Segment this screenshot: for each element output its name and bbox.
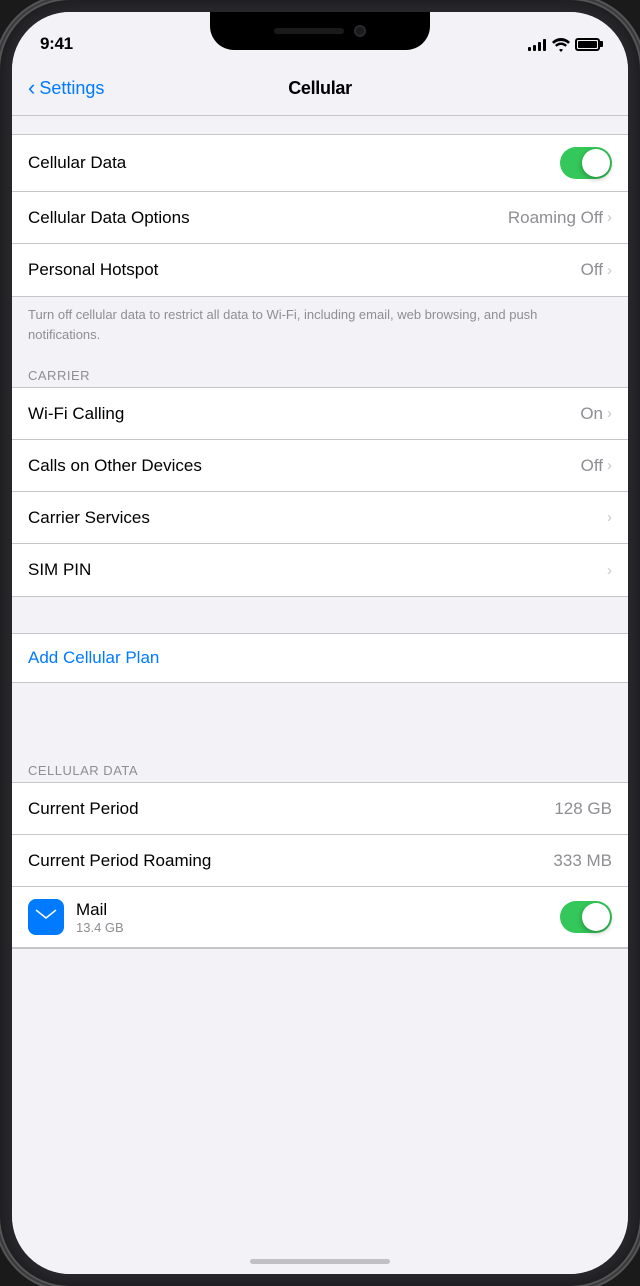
back-label: Settings: [39, 78, 104, 99]
nav-header: ‹ Settings Cellular: [12, 62, 628, 116]
mail-icon: [28, 899, 64, 935]
page-title: Cellular: [288, 78, 352, 99]
cellular-data-footer: Turn off cellular data to restrict all d…: [12, 297, 628, 360]
mail-size: 13.4 GB: [76, 920, 124, 935]
carrier-settings-group: Wi-Fi Calling On › Calls on Other Device…: [12, 387, 628, 597]
current-period-roaming-row: Current Period Roaming 333 MB: [12, 835, 628, 887]
sim-pin-row[interactable]: SIM PIN ›: [12, 544, 628, 596]
personal-hotspot-row[interactable]: Personal Hotspot Off ›: [12, 244, 628, 296]
settings-content: Cellular Data Cellular Data Options Roam…: [12, 116, 628, 1274]
plan-spacer2: [12, 719, 628, 755]
mail-app-row[interactable]: Mail 13.4 GB: [12, 887, 628, 948]
carrier-spacer: [12, 597, 628, 633]
bottom-spacer: [12, 949, 628, 1029]
cellular-data-stats-group: Current Period 128 GB Current Period Roa…: [12, 782, 628, 949]
chevron-right-icon: ›: [607, 457, 612, 474]
add-plan-label: Add Cellular Plan: [28, 648, 159, 667]
top-spacer: [12, 116, 628, 134]
current-period-roaming-label: Current Period Roaming: [28, 851, 553, 871]
main-settings-group: Cellular Data Cellular Data Options Roam…: [12, 134, 628, 297]
cellular-data-label: Cellular Data: [28, 153, 560, 173]
status-time: 9:41: [40, 34, 73, 54]
speaker: [274, 28, 344, 34]
wifi-calling-label: Wi-Fi Calling: [28, 404, 580, 424]
wifi-icon: [552, 38, 569, 51]
current-period-label: Current Period: [28, 799, 554, 819]
cellular-data-options-value: Roaming Off ›: [508, 208, 612, 228]
home-indicator: [250, 1259, 390, 1264]
notch: [210, 12, 430, 50]
camera: [354, 25, 366, 37]
cellular-data-row[interactable]: Cellular Data: [12, 135, 628, 192]
back-button[interactable]: ‹ Settings: [28, 76, 104, 101]
calls-other-devices-value: Off ›: [581, 456, 612, 476]
signal-icon: [528, 37, 546, 51]
plan-spacer: [12, 683, 628, 719]
current-period-row: Current Period 128 GB: [12, 783, 628, 835]
wifi-calling-row[interactable]: Wi-Fi Calling On ›: [12, 388, 628, 440]
mail-app-left: Mail 13.4 GB: [28, 899, 124, 935]
phone-frame: 9:41: [0, 0, 640, 1286]
carrier-section-header: CARRIER: [12, 360, 628, 387]
mail-toggle-knob: [582, 903, 610, 931]
carrier-services-value: ›: [607, 509, 612, 526]
cellular-data-toggle[interactable]: [560, 147, 612, 179]
wifi-calling-value: On ›: [580, 404, 612, 424]
personal-hotspot-value: Off ›: [581, 260, 612, 280]
current-period-roaming-value: 333 MB: [553, 851, 612, 871]
sim-pin-label: SIM PIN: [28, 560, 607, 580]
current-period-value: 128 GB: [554, 799, 612, 819]
sim-pin-value: ›: [607, 562, 612, 579]
status-icons: [528, 37, 600, 51]
carrier-services-row[interactable]: Carrier Services ›: [12, 492, 628, 544]
mail-info: Mail 13.4 GB: [76, 900, 124, 935]
mail-toggle[interactable]: [560, 901, 612, 933]
battery-icon: [575, 38, 600, 51]
carrier-services-label: Carrier Services: [28, 508, 607, 528]
calls-other-devices-label: Calls on Other Devices: [28, 456, 581, 476]
chevron-right-icon: ›: [607, 209, 612, 226]
cellular-data-options-label: Cellular Data Options: [28, 208, 508, 228]
chevron-right-icon: ›: [607, 405, 612, 422]
chevron-right-icon: ›: [607, 509, 612, 526]
chevron-right-icon: ›: [607, 262, 612, 279]
back-chevron-icon: ‹: [28, 75, 35, 101]
add-cellular-plan-row[interactable]: Add Cellular Plan: [12, 633, 628, 683]
cellular-data-options-row[interactable]: Cellular Data Options Roaming Off ›: [12, 192, 628, 244]
screen: 9:41: [12, 12, 628, 1274]
toggle-knob: [582, 149, 610, 177]
calls-other-devices-row[interactable]: Calls on Other Devices Off ›: [12, 440, 628, 492]
cellular-data-section-header: CELLULAR DATA: [12, 755, 628, 782]
mail-name: Mail: [76, 900, 124, 920]
chevron-right-icon: ›: [607, 562, 612, 579]
personal-hotspot-label: Personal Hotspot: [28, 260, 581, 280]
